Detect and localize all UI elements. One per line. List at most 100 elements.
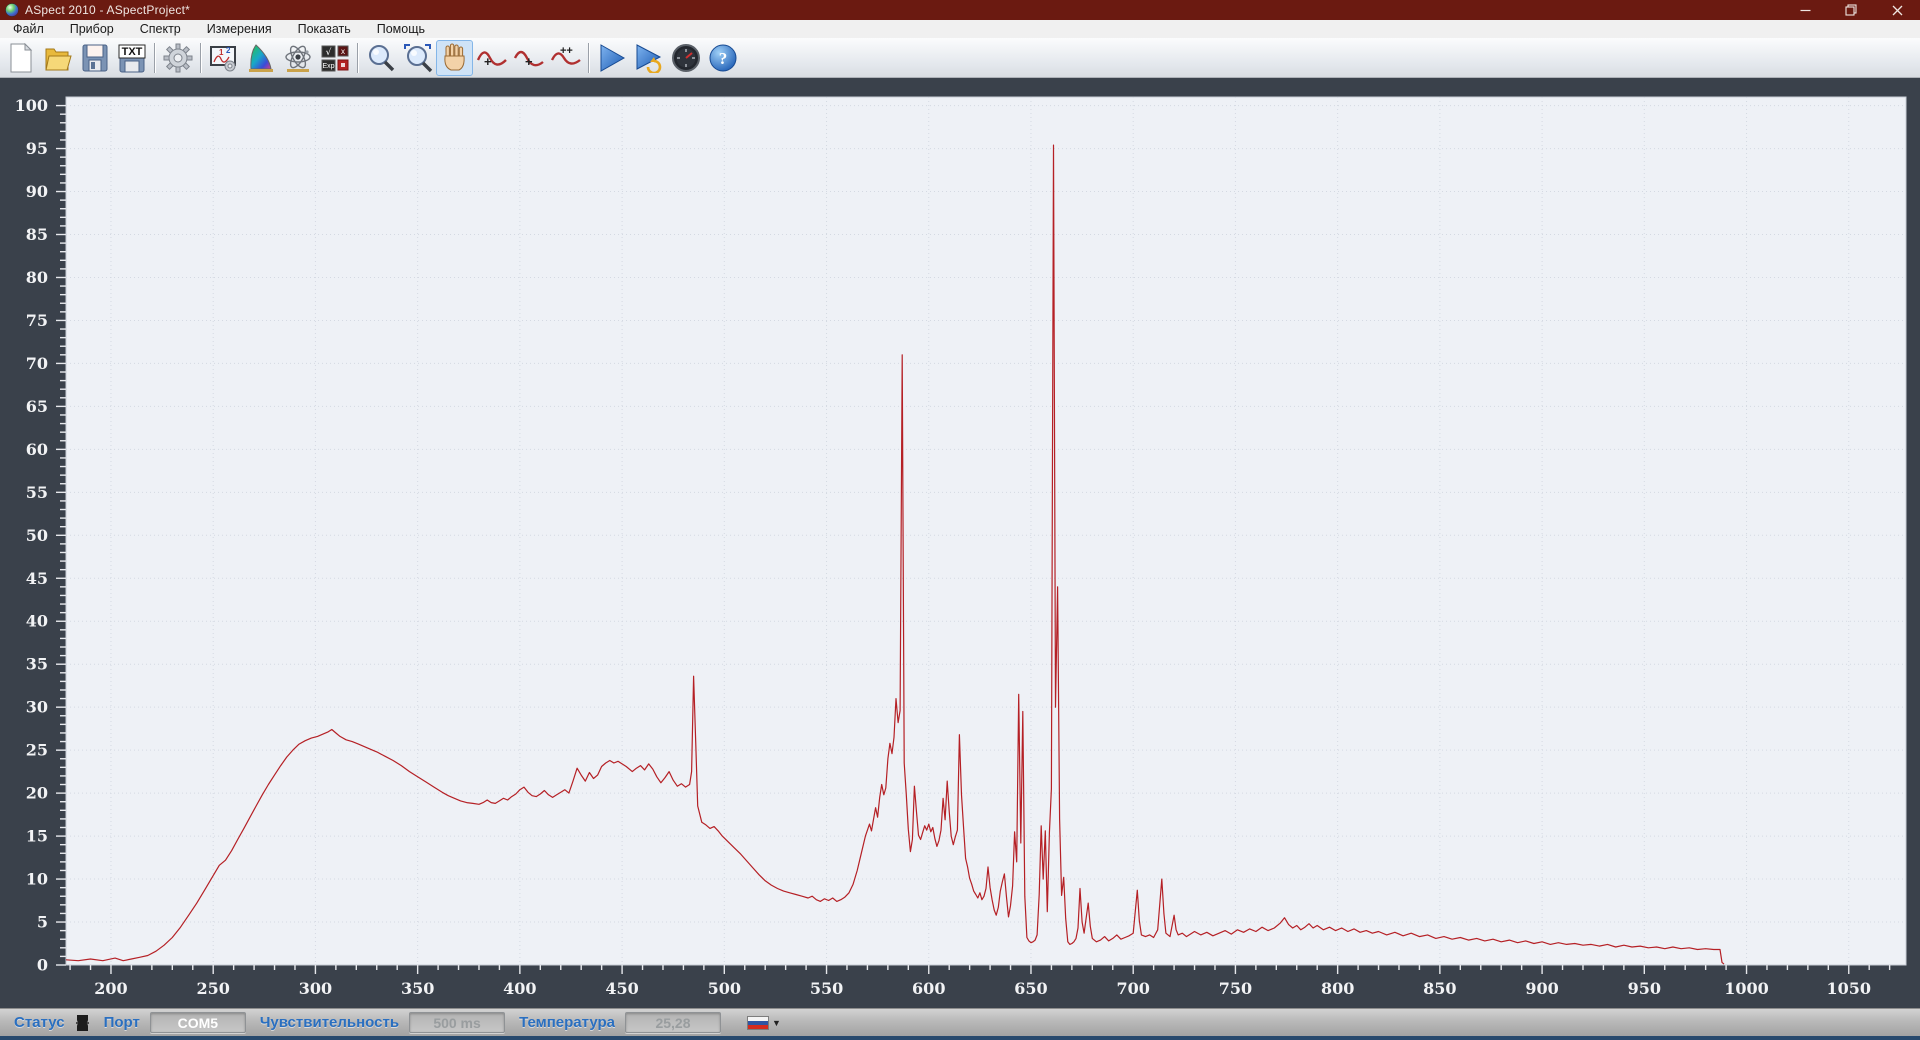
y-tick-label: 75 [26, 311, 48, 330]
menu-device[interactable]: Прибор [57, 21, 127, 38]
close-button[interactable] [1874, 0, 1920, 20]
measurement-screen-icon: 1 2 [209, 45, 236, 71]
play-icon [600, 43, 625, 72]
titlebar: ASpect 2010 - ASpectProject* [0, 0, 1920, 20]
x-tick-label: 1000 [1724, 979, 1769, 998]
measurement-display-button[interactable]: 1 2 [205, 40, 242, 76]
wave-plus-arrow-icon: + [513, 50, 544, 69]
run-continuous-button[interactable] [630, 40, 667, 76]
y-tick-label: 30 [26, 698, 48, 717]
open-project-button[interactable] [39, 40, 76, 76]
integration-time-button[interactable] [667, 40, 704, 76]
run-single-button[interactable] [593, 40, 630, 76]
lamp-status-icon [75, 1014, 89, 1031]
y-tick-label: 5 [37, 913, 48, 932]
wave-plusplus-label: ++ [560, 45, 573, 57]
math-functions-icon: √ x Exp [321, 45, 348, 71]
txt-label: TXT [121, 46, 142, 58]
toolbar: TXT 1 2 √ x Exp + + ++ ? [0, 38, 1920, 78]
menubar: Файл Прибор Спектр Измерения Показать По… [0, 20, 1920, 38]
x-tick-label: 900 [1525, 979, 1558, 998]
sensitivity-label: Чувствительность [259, 1014, 400, 1031]
chromaticity-icon [248, 43, 273, 72]
zoom-in-button[interactable] [362, 40, 399, 76]
atom-icon [284, 45, 311, 72]
open-folder-icon [44, 48, 72, 70]
close-icon [1892, 5, 1902, 15]
color-analysis-button[interactable] [242, 40, 279, 76]
x-tick-label: 700 [1116, 979, 1149, 998]
play-loop-icon [636, 43, 661, 73]
app-icon [5, 3, 19, 17]
x-tick-label: 850 [1423, 979, 1456, 998]
y-tick-label: 15 [26, 827, 48, 846]
restore-button[interactable] [1828, 0, 1874, 20]
y-tick-label: 55 [26, 483, 48, 502]
menu-file[interactable]: Файл [0, 21, 57, 38]
y-tick-label: 100 [15, 96, 48, 115]
statusbar: Статус Порт COM5 Чувствительность 500 ms… [0, 1008, 1920, 1036]
x-tick-label: 750 [1219, 979, 1252, 998]
save-project-button[interactable] [76, 40, 113, 76]
russia-flag-icon [747, 1015, 769, 1030]
atom-spectra-button[interactable] [279, 40, 316, 76]
x-tick-label: 500 [708, 979, 741, 998]
x-tick-label: 400 [503, 979, 536, 998]
spectrum-plot: 0 5 10 15 20 25 30 35 40 45 50 55 60 65 70 75 80 85 90 95 10… [15, 96, 1907, 998]
y-tick-label: 85 [26, 225, 48, 244]
port-value-field[interactable]: COM5 [149, 1012, 246, 1033]
x-label: x [341, 47, 345, 56]
language-selector[interactable]: ▼ [747, 1015, 781, 1030]
help-button[interactable]: ? [704, 40, 741, 76]
x-tick-label: 450 [605, 979, 638, 998]
hand-icon [443, 43, 465, 70]
y-tick-label: 90 [26, 182, 48, 201]
x-tick-label: 600 [912, 979, 945, 998]
window-title: ASpect 2010 - ASpectProject* [25, 3, 191, 17]
menu-measurements[interactable]: Измерения [194, 21, 285, 38]
status-label: Статус [14, 1014, 65, 1031]
gear-icon [163, 43, 192, 72]
wave-plus2-label: + [525, 54, 533, 69]
help-label: ? [718, 49, 727, 68]
menu-show[interactable]: Показать [285, 21, 364, 38]
subtract-spectrum-button[interactable]: + [510, 40, 547, 76]
plot-area[interactable] [65, 96, 1907, 966]
wave-plus-icon: + [476, 50, 507, 69]
add-spectrum-button[interactable]: + [473, 40, 510, 76]
temperature-label: Температура [519, 1014, 615, 1031]
new-project-button[interactable] [2, 40, 39, 76]
minimize-button[interactable] [1782, 0, 1828, 20]
y-tick-label: 25 [26, 741, 48, 760]
app-window: ASpect 2010 - ASpectProject* Файл Прибор… [0, 0, 1920, 1040]
temperature-value-field[interactable]: 25,28 [625, 1012, 721, 1033]
x-tick-label: 250 [196, 979, 229, 998]
y-tick-label: 65 [26, 397, 48, 416]
add-all-spectra-button[interactable]: ++ [547, 40, 584, 76]
export-txt-button[interactable]: TXT [113, 40, 150, 76]
pan-hand-button[interactable] [436, 39, 473, 76]
x-tick-label: 650 [1014, 979, 1047, 998]
port-label: Порт [103, 1014, 140, 1031]
x-tick-label: 200 [94, 979, 127, 998]
measure-1: 1 [219, 48, 224, 57]
y-tick-label: 60 [26, 440, 48, 459]
zoom-selection-button[interactable] [399, 40, 436, 76]
y-tick-label: 50 [26, 526, 48, 545]
minimize-icon [1800, 9, 1810, 11]
math-functions-button[interactable]: √ x Exp [316, 40, 353, 76]
wave-plus-label: + [484, 54, 492, 69]
caret-down-icon: ▼ [772, 1017, 781, 1028]
save-floppy-icon [82, 44, 107, 71]
toolbar-separator [588, 42, 589, 73]
zoom-selection-icon [403, 43, 432, 72]
y-tick-label: 0 [37, 956, 48, 975]
toolbar-separator [357, 42, 358, 73]
menu-help[interactable]: Помощь [364, 21, 438, 38]
export-txt-icon: TXT [118, 44, 145, 72]
menu-spectrum[interactable]: Спектр [127, 21, 194, 38]
y-tick-label: 20 [26, 784, 48, 803]
settings-button[interactable] [159, 40, 196, 76]
sensitivity-value-field[interactable]: 500 ms [409, 1012, 506, 1033]
spectrum-chart: 0 5 10 15 20 25 30 35 40 45 50 55 60 65 70 75 80 85 90 95 10… [0, 78, 1920, 1008]
